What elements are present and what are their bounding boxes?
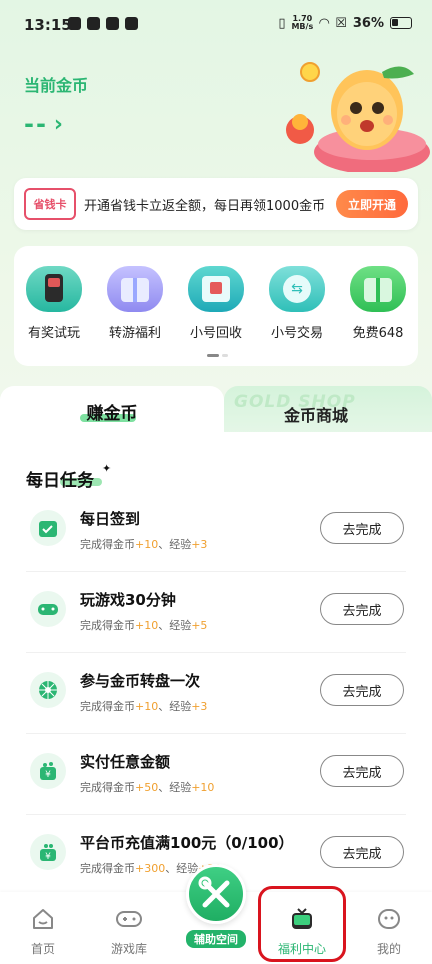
tab-bar: GOLD SHOP 金币商城 赚金币 <box>0 386 432 436</box>
mail-icon <box>106 17 119 30</box>
quick-item-free-648[interactable]: 免费648 <box>342 266 414 341</box>
task-row: 玩游戏30分钟 完成得金币+10、经验+5 去完成 <box>14 573 418 653</box>
coin-label: 当前金币 <box>24 76 89 95</box>
wifi-icon: ◠ <box>319 15 330 31</box>
task-name: 平台币充值满100元（0/100） <box>80 834 294 852</box>
crown-icon <box>125 17 138 30</box>
wheel-icon <box>30 672 66 708</box>
recycle-box-icon <box>188 266 244 312</box>
profile-icon <box>378 909 400 929</box>
open-now-button[interactable]: 立即开通 <box>336 190 408 218</box>
promo-text: 开通省钱卡立返全额，每日再领1000金币 <box>84 199 326 214</box>
sparkle-icon: ✦ <box>102 462 112 475</box>
app-icon <box>87 17 100 30</box>
vibrate-icon: ▯ <box>278 15 286 31</box>
tab-earn-coins-label: 赚金币 <box>86 403 138 424</box>
nav-game-library[interactable]: 游戏库 <box>94 906 164 957</box>
no-sim-icon: ☒ <box>335 15 347 31</box>
task-reward: 完成得金币+10、经验+3 <box>80 538 208 551</box>
task-row: 参与金币转盘一次 完成得金币+10、经验+3 去完成 <box>14 654 418 734</box>
task-reward: 完成得金币+10、经验+3 <box>80 700 208 713</box>
gamepad-nav-icon <box>116 911 142 927</box>
task-reward: 完成得金币+50、经验+10 <box>80 781 215 794</box>
status-app-icons <box>68 17 138 30</box>
nav-home[interactable]: 首页 <box>8 906 78 957</box>
tab-gold-shop[interactable]: GOLD SHOP 金币商城 <box>224 386 432 436</box>
assist-space-label: 辅助空间 <box>186 930 246 948</box>
task-complete-button[interactable]: 去完成 <box>320 674 404 706</box>
status-bar: 13:15 ▯ 1.70 MB/s ◠ ☒ 36% <box>0 0 432 48</box>
task-name: 实付任意金额 <box>80 753 171 771</box>
tab-gold-shop-label: 金币商城 <box>284 406 349 425</box>
savings-card-badge: 省钱卡 <box>24 188 76 220</box>
task-complete-button[interactable]: 去完成 <box>320 512 404 544</box>
highlight-box <box>258 886 346 962</box>
battery-percent: 36% <box>352 15 384 31</box>
status-time: 13:15 <box>24 16 72 34</box>
tools-icon <box>198 876 230 908</box>
promo-banner[interactable]: 省钱卡 开通省钱卡立返全额，每日再领1000金币 立即开通 <box>14 178 418 230</box>
svg-text:¥: ¥ <box>45 770 51 780</box>
svg-text:¥: ¥ <box>45 852 51 862</box>
green-gift-icon <box>350 266 406 312</box>
quick-item-account-trade[interactable]: ⇆ 小号交易 <box>261 266 333 341</box>
gift-box-icon <box>107 266 163 312</box>
battery-icon <box>390 17 412 29</box>
nav-mine[interactable]: 我的 <box>354 906 424 957</box>
task-name: 每日签到 <box>80 510 141 528</box>
status-right: ▯ 1.70 MB/s ◠ ☒ 36% <box>278 15 412 31</box>
quick-actions: 有奖试玩 转游福利 小号回收 ⇆ 小号交易 免费648 <box>14 246 418 366</box>
quick-item-trial-play[interactable]: 有奖试玩 <box>18 266 90 341</box>
daily-tasks-title: 每日任务 <box>26 471 94 491</box>
task-name: 参与金币转盘一次 <box>80 672 201 690</box>
task-complete-button[interactable]: 去完成 <box>320 836 404 868</box>
quick-item-transfer-welfare[interactable]: 转游福利 <box>99 266 171 341</box>
task-row: ¥ 实付任意金额 完成得金币+50、经验+10 去完成 <box>14 735 418 815</box>
task-name: 玩游戏30分钟 <box>80 591 176 609</box>
quick-item-account-recycle[interactable]: 小号回收 <box>180 266 252 341</box>
task-complete-button[interactable]: 去完成 <box>320 755 404 787</box>
exchange-icon: ⇆ <box>269 266 325 312</box>
gamepad-device-icon <box>26 266 82 312</box>
task-row: 每日签到 完成得金币+10、经验+3 去完成 <box>14 492 418 572</box>
tab-earn-coins[interactable]: 赚金币 <box>0 386 224 436</box>
mascot-illustration <box>286 62 430 172</box>
assist-space-button[interactable] <box>186 864 246 924</box>
gamepad-icon <box>30 591 66 627</box>
task-reward: 完成得金币+10、经验+5 <box>80 619 208 632</box>
calendar-check-icon <box>30 510 66 546</box>
network-speed: 1.70 MB/s <box>291 14 314 31</box>
tiktok-icon <box>68 17 81 30</box>
coin-bag-icon: ¥ <box>30 834 66 870</box>
task-complete-button[interactable]: 去完成 <box>320 593 404 625</box>
page-indicator <box>207 354 228 357</box>
money-icon: ¥ <box>30 753 66 789</box>
coin-value: -- <box>24 110 48 138</box>
home-icon <box>33 909 53 929</box>
chevron-right-icon: › <box>53 111 65 137</box>
coin-balance[interactable]: -- › <box>24 110 65 138</box>
